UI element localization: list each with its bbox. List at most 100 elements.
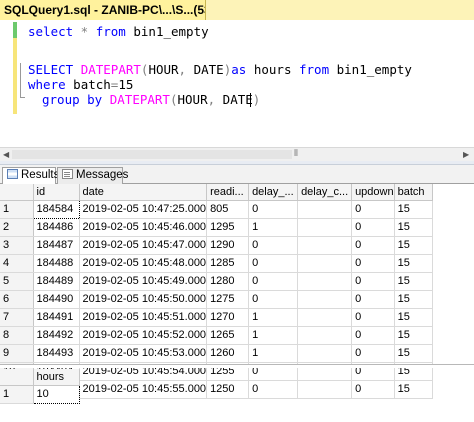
table-cell[interactable]: 0 <box>351 326 395 345</box>
table-cell[interactable] <box>297 308 353 327</box>
table-cell[interactable]: 0 <box>351 254 395 273</box>
table-cell[interactable]: 0 <box>351 380 395 399</box>
table-cell[interactable]: 805 <box>206 200 250 219</box>
table-cell[interactable]: 184492 <box>33 326 80 345</box>
table-cell[interactable]: 184490 <box>33 290 80 309</box>
table-cell[interactable]: 2019-02-05 10:47:25.000 <box>79 200 208 219</box>
table-cell[interactable]: 0 <box>248 236 299 255</box>
table-cell[interactable] <box>297 290 353 309</box>
table-cell[interactable]: 184491 <box>33 308 80 327</box>
table-cell[interactable]: 184487 <box>33 236 80 255</box>
column-header[interactable]: date <box>79 184 208 201</box>
table-cell[interactable]: 0 <box>248 380 299 399</box>
table-row[interactable]: 7 184491 2019-02-05 10:45:51.000 1270 1 0 15 <box>0 308 433 327</box>
table-cell[interactable]: 1295 <box>206 218 250 237</box>
table-cell[interactable]: 2019-02-05 10:45:52.000 <box>79 326 208 345</box>
table-cell[interactable] <box>297 218 353 237</box>
table-cell[interactable]: 184584 <box>32 199 80 219</box>
scroll-left-arrow-icon[interactable]: ◀ <box>3 150 9 159</box>
table-cell[interactable] <box>297 236 353 255</box>
table-cell[interactable]: 2019-02-05 10:45:55.000 <box>79 380 208 399</box>
row-number-header[interactable] <box>0 369 34 386</box>
row-number-cell[interactable]: 1 <box>0 385 34 404</box>
table-cell[interactable]: 0 <box>351 236 395 255</box>
tab-results[interactable]: Results <box>2 167 59 185</box>
column-header[interactable]: readi... <box>206 184 250 201</box>
table-row[interactable]: 9 184493 2019-02-05 10:45:53.000 1260 1 0 15 <box>0 344 433 363</box>
column-header[interactable]: batch <box>394 184 433 201</box>
table-cell[interactable]: 0 <box>248 254 299 273</box>
row-number-header[interactable] <box>0 184 34 201</box>
table-row[interactable]: 6 184490 2019-02-05 10:45:50.000 1275 0 0 15 <box>0 290 433 309</box>
scrollbar-grip-icon[interactable]: ⦀ <box>294 149 298 159</box>
editor-horizontal-scrollbar[interactable]: ◀ ⦀ ▶ <box>0 147 474 161</box>
table-cell[interactable]: 15 <box>394 254 433 273</box>
table-cell[interactable]: 0 <box>248 290 299 309</box>
table-cell[interactable]: 1285 <box>206 254 250 273</box>
table-cell[interactable]: 2019-02-05 10:45:48.000 <box>79 254 208 273</box>
table-cell[interactable]: 15 <box>394 326 433 345</box>
table-cell[interactable] <box>297 254 353 273</box>
table-cell[interactable]: 184489 <box>33 272 80 291</box>
scroll-right-arrow-icon[interactable]: ▶ <box>463 150 469 159</box>
table-row[interactable]: 3 184487 2019-02-05 10:45:47.000 1290 0 0 15 <box>0 236 433 255</box>
column-header[interactable]: id <box>33 184 80 201</box>
table-cell[interactable]: 1 <box>248 326 299 345</box>
row-number-cell[interactable]: 9 <box>0 344 34 363</box>
table-cell[interactable]: 2019-02-05 10:45:51.000 <box>79 308 208 327</box>
table-cell[interactable]: 1 <box>248 344 299 363</box>
table-row[interactable]: 1 184584 2019-02-05 10:47:25.000 805 0 0 15 <box>0 199 433 219</box>
table-cell[interactable]: 0 <box>351 218 395 237</box>
column-header[interactable]: delay_c... <box>297 184 353 201</box>
table-cell[interactable]: 2019-02-05 10:45:46.000 <box>79 218 208 237</box>
table-cell[interactable]: 15 <box>394 380 433 399</box>
sql-editor[interactable]: select * from bin1_empty SELECT DATEPART… <box>0 20 474 147</box>
table-cell[interactable]: 0 <box>351 344 395 363</box>
table-cell[interactable]: 15 <box>394 272 433 291</box>
table-cell[interactable]: 184493 <box>33 344 80 363</box>
table-cell[interactable]: 15 <box>394 200 433 219</box>
column-header[interactable]: hours <box>33 369 80 386</box>
table-cell[interactable] <box>297 326 353 345</box>
table-cell[interactable]: 2019-02-05 10:45:47.000 <box>79 236 208 255</box>
table-cell[interactable] <box>297 344 353 363</box>
result-grid-2[interactable]: hours 1 10 <box>0 369 80 404</box>
row-number-cell[interactable]: 6 <box>0 290 34 309</box>
table-cell[interactable]: 0 <box>248 272 299 291</box>
table-cell[interactable]: 1270 <box>206 308 250 327</box>
table-row[interactable]: 4 184488 2019-02-05 10:45:48.000 1285 0 0 15 <box>0 254 433 273</box>
row-number-cell[interactable]: 4 <box>0 254 34 273</box>
table-cell[interactable]: 1280 <box>206 272 250 291</box>
table-cell[interactable] <box>297 200 353 219</box>
column-header[interactable]: delay_... <box>248 184 299 201</box>
row-number-cell[interactable]: 3 <box>0 236 34 255</box>
table-row[interactable]: 2 184486 2019-02-05 10:45:46.000 1295 1 0 15 <box>0 218 433 237</box>
table-cell[interactable]: 15 <box>394 308 433 327</box>
column-header[interactable]: updown <box>351 184 395 201</box>
table-cell[interactable]: 15 <box>394 236 433 255</box>
table-cell[interactable]: 2019-02-05 10:45:53.000 <box>79 344 208 363</box>
table-cell[interactable]: 15 <box>394 344 433 363</box>
table-cell[interactable]: 0 <box>351 200 395 219</box>
table-cell[interactable]: 1 <box>248 308 299 327</box>
table-cell[interactable]: 1250 <box>206 380 250 399</box>
row-number-cell[interactable]: 7 <box>0 308 34 327</box>
table-cell[interactable]: 15 <box>394 290 433 309</box>
row-number-cell[interactable]: 1 <box>0 200 34 219</box>
table-row[interactable]: 5 184489 2019-02-05 10:45:49.000 1280 0 0 15 <box>0 272 433 291</box>
table-cell[interactable]: 2019-02-05 10:45:50.000 <box>79 290 208 309</box>
table-cell[interactable]: 0 <box>351 308 395 327</box>
table-row[interactable]: 1 10 <box>0 384 80 404</box>
table-cell[interactable]: 15 <box>394 218 433 237</box>
scrollbar-thumb[interactable] <box>12 150 292 159</box>
table-cell[interactable]: 0 <box>351 272 395 291</box>
table-cell[interactable] <box>297 380 353 399</box>
table-cell[interactable]: 0 <box>351 290 395 309</box>
table-cell[interactable]: 1290 <box>206 236 250 255</box>
row-number-cell[interactable]: 8 <box>0 326 34 345</box>
row-number-cell[interactable]: 5 <box>0 272 34 291</box>
table-row[interactable]: 8 184492 2019-02-05 10:45:52.000 1265 1 0 15 <box>0 326 433 345</box>
table-cell[interactable]: 1 <box>248 218 299 237</box>
table-cell[interactable]: 2019-02-05 10:45:49.000 <box>79 272 208 291</box>
table-cell[interactable]: 184486 <box>33 218 80 237</box>
